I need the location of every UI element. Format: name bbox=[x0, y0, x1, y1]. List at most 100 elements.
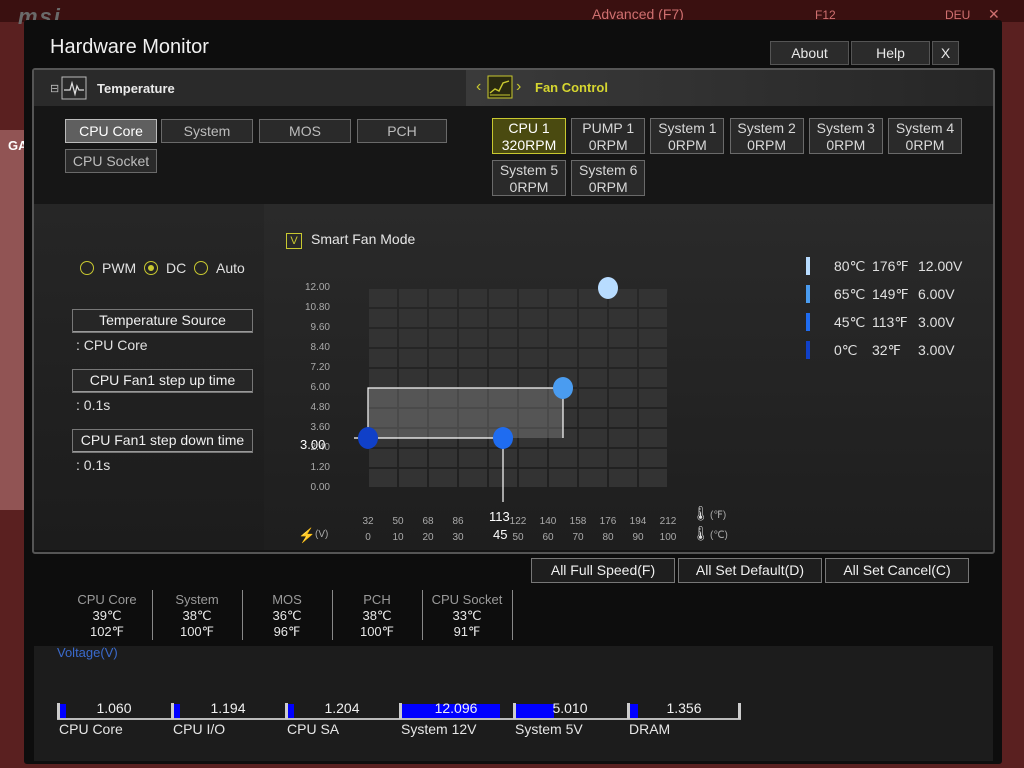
chart-grid-cell bbox=[429, 369, 457, 387]
source-button[interactable]: CPU Socket bbox=[65, 149, 157, 173]
fan-control-tab[interactable]: Fan Control bbox=[535, 80, 608, 95]
y-tick-label: 6.00 bbox=[310, 382, 330, 393]
fan-button[interactable]: System 2 0RPM bbox=[729, 118, 804, 154]
fan-button[interactable]: System 5 0RPM bbox=[492, 160, 566, 196]
celsius-thermometer-icon: 🌡 bbox=[692, 525, 710, 541]
collapse-icon[interactable]: ⊟ bbox=[50, 82, 59, 95]
temperature-readout: System 38℃ 100℉ bbox=[152, 592, 242, 640]
fan-button[interactable]: PUMP 1 0RPM bbox=[571, 118, 646, 154]
all-full-speed-button[interactable]: All Full Speed(F) bbox=[531, 558, 675, 583]
chart-grid-cell bbox=[399, 449, 427, 467]
all-set-default-button[interactable]: All Set Default(D) bbox=[678, 558, 822, 583]
chart-grid-cell bbox=[639, 369, 667, 387]
x-tick-label-c: 80 bbox=[602, 532, 614, 543]
chart-grid-cell bbox=[609, 449, 637, 467]
voltage-value: 12.096 bbox=[434, 700, 478, 716]
chart-grid-cell bbox=[429, 449, 457, 467]
x-tick-label-f: 86 bbox=[452, 516, 464, 527]
source-button[interactable]: PCH bbox=[357, 119, 447, 143]
voltage-track bbox=[285, 718, 399, 720]
chart-grid-cell bbox=[639, 409, 667, 427]
voltage-axis-icon: ⚡ bbox=[298, 527, 316, 543]
fan-curve-point bbox=[358, 427, 378, 449]
chart-grid-cell bbox=[459, 449, 487, 467]
chart-grid-cell bbox=[609, 369, 637, 387]
help-button[interactable]: Help bbox=[851, 41, 930, 65]
legend-color-bar bbox=[806, 285, 810, 303]
x-tick-label-c: 60 bbox=[542, 532, 554, 543]
y-tick-label: 0.00 bbox=[310, 482, 330, 493]
chart-grid-cell bbox=[579, 329, 607, 347]
voltage-bar bbox=[630, 704, 638, 718]
voltage-track bbox=[57, 718, 171, 720]
x-tick-label-c: 20 bbox=[422, 532, 434, 543]
step-up-time-button[interactable]: CPU Fan1 step up time bbox=[72, 369, 253, 393]
voltage-track bbox=[627, 718, 741, 720]
voltage-name: CPU I/O bbox=[173, 721, 226, 737]
x-tick-label-c: 70 bbox=[572, 532, 584, 543]
chart-grid-cell bbox=[369, 289, 397, 307]
voltage-section-label: Voltage(V) bbox=[57, 645, 118, 660]
temperature-source-button[interactable]: Temperature Source bbox=[72, 309, 253, 333]
x-tick-label-c: 0 bbox=[365, 532, 371, 543]
temperature-readout: CPU Socket 33℃ 91℉ bbox=[422, 592, 512, 640]
fan-speed: 0RPM bbox=[667, 137, 707, 153]
fan-curve-chart[interactable] bbox=[264, 204, 744, 550]
legend-color-bar bbox=[806, 341, 810, 359]
chart-grid-cell bbox=[399, 349, 427, 367]
chart-grid-cell bbox=[549, 289, 577, 307]
mode-radio[interactable] bbox=[80, 261, 94, 275]
fan-button[interactable]: System 4 0RPM bbox=[888, 118, 962, 154]
x-tick-label-c: 90 bbox=[632, 532, 644, 543]
about-button[interactable]: About bbox=[770, 41, 849, 65]
chart-grid-cell bbox=[519, 329, 547, 347]
chart-grid-cell bbox=[609, 469, 637, 487]
mode-label: PWM bbox=[102, 260, 137, 276]
temperature-celsius: 38℃ bbox=[182, 608, 212, 623]
fan-button[interactable]: CPU 1 320RPM bbox=[492, 118, 566, 154]
chart-grid-cell bbox=[489, 349, 517, 367]
chart-grid-cell bbox=[609, 329, 637, 347]
source-button[interactable]: System bbox=[161, 119, 253, 143]
temperature-monitor-icon bbox=[61, 76, 87, 100]
fan-button[interactable]: System 3 0RPM bbox=[808, 118, 883, 154]
voltage-bar bbox=[174, 704, 180, 718]
close-button[interactable]: X bbox=[932, 41, 959, 65]
chart-grid-cell bbox=[639, 349, 667, 367]
step-up-time-value: : 0.1s bbox=[76, 397, 111, 413]
legend-fahrenheit: 32℉ bbox=[872, 342, 901, 358]
chart-grid-cell bbox=[609, 429, 637, 447]
chart-grid-cell bbox=[369, 469, 397, 487]
chart-grid-cell bbox=[489, 329, 517, 347]
chart-grid-cell bbox=[429, 289, 457, 307]
chart-grid-cell bbox=[489, 369, 517, 387]
background-side-panel bbox=[0, 130, 24, 510]
fan-button[interactable]: System 6 0RPM bbox=[571, 160, 646, 196]
cursor-fahrenheit-label: 113 bbox=[489, 509, 510, 524]
fan-button[interactable]: System 1 0RPM bbox=[650, 118, 725, 154]
step-down-time-value: : 0.1s bbox=[76, 457, 111, 473]
mode-radio[interactable] bbox=[194, 261, 208, 275]
source-button[interactable]: CPU Core bbox=[65, 119, 157, 143]
source-button[interactable]: MOS bbox=[259, 119, 351, 143]
chart-grid-cell bbox=[549, 309, 577, 327]
fan-speed: 0RPM bbox=[588, 137, 628, 153]
temperature-tab[interactable]: Temperature bbox=[97, 81, 175, 96]
x-tick-label-f: 140 bbox=[539, 516, 557, 527]
chart-grid-cell bbox=[369, 309, 397, 327]
temperature-celsius: 39℃ bbox=[92, 608, 122, 623]
step-down-time-button[interactable]: CPU Fan1 step down time bbox=[72, 429, 253, 453]
legend-voltage: 3.00V bbox=[918, 314, 955, 330]
fan-prev-icon[interactable]: ‹ bbox=[476, 78, 481, 96]
fahrenheit-unit: (℉) bbox=[710, 510, 727, 521]
all-set-cancel-button[interactable]: All Set Cancel(C) bbox=[825, 558, 969, 583]
x-tick-label-c: 100 bbox=[659, 532, 677, 543]
fan-next-icon[interactable]: › bbox=[516, 78, 521, 96]
y-tick-label: 3.60 bbox=[310, 422, 330, 433]
fan-speed: 0RPM bbox=[826, 137, 866, 153]
temperature-name: CPU Socket bbox=[431, 592, 503, 607]
chart-grid-cell bbox=[519, 309, 547, 327]
mode-radio[interactable] bbox=[144, 261, 158, 275]
chart-grid-cell bbox=[639, 289, 667, 307]
legend-celsius: 45℃ bbox=[834, 314, 866, 330]
